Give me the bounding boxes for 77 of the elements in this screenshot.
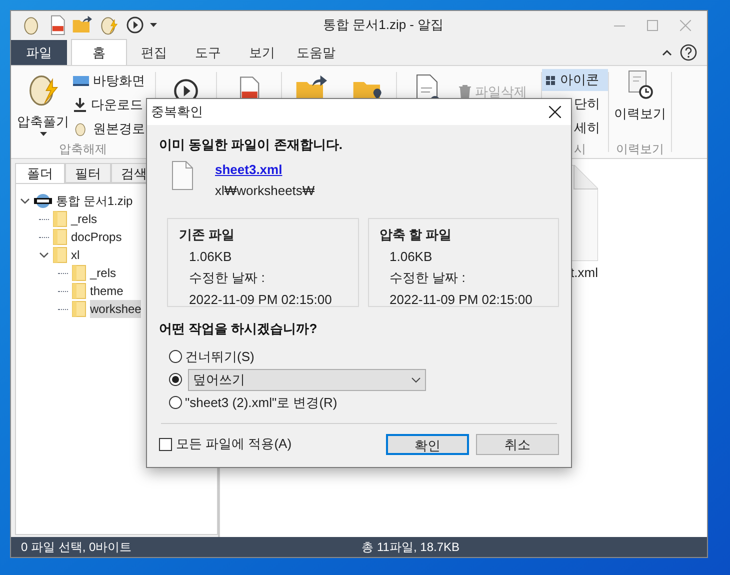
chevron-down-icon — [411, 376, 421, 382]
ribbon-tab[interactable]: 도구 — [181, 40, 235, 65]
ribbon-tab[interactable]: 보기 — [235, 40, 289, 65]
status-text: 총 11파일, 18.7KB — [362, 539, 460, 556]
file-size: 1.06KB — [390, 248, 434, 266]
group-label: 압축해제 — [58, 141, 108, 158]
checkbox[interactable] — [159, 438, 172, 450]
question: 어떤 작업을 하시겠습니까? — [159, 320, 318, 338]
download-icon — [73, 98, 87, 112]
file-icon — [172, 160, 193, 190]
chevron-down-icon[interactable] — [39, 250, 49, 260]
tree-item[interactable]: theme — [90, 282, 124, 300]
tree-item[interactable]: docProps — [71, 228, 122, 246]
tree-item[interactable]: _rels — [90, 264, 116, 282]
ribbon-tab[interactable]: 도움말 — [289, 40, 343, 65]
view-option[interactable]: 아이콘 — [542, 69, 608, 91]
chevron-down-icon[interactable] — [20, 196, 30, 206]
group-label: 이력보기 — [616, 141, 664, 158]
trash-icon — [459, 85, 471, 99]
folder-icon — [53, 247, 67, 263]
document-clock-icon — [626, 70, 654, 100]
grid-icon — [546, 76, 555, 84]
radio-button[interactable] — [169, 350, 182, 363]
tree-item[interactable]: xl — [71, 246, 80, 264]
radio-button[interactable] — [169, 396, 182, 409]
zip-file-icon[interactable] — [49, 14, 66, 36]
view-option[interactable]: 단히 — [572, 93, 608, 115]
close-icon[interactable] — [549, 106, 561, 118]
window-title: 통합 문서1.zip - 알집 — [323, 16, 444, 34]
modified-label: 수정한 날짜 : — [189, 269, 266, 287]
file-link[interactable]: sheet3.xml — [215, 160, 315, 178]
dialog-title: 중복확인 — [151, 103, 203, 122]
group-label: 시 — [574, 141, 587, 158]
collapse-ribbon-icon[interactable] — [662, 48, 672, 56]
zip-globe-icon — [34, 193, 52, 209]
ribbon-tab[interactable]: 편집 — [127, 40, 181, 65]
monitor-icon — [73, 75, 89, 87]
radio-option[interactable]: 건너뛰기(S) — [169, 346, 559, 366]
message: 이미 동일한 파일이 존재합니다. — [159, 136, 344, 154]
panel-heading: 압축 할 파일 — [380, 226, 453, 244]
pane-tab[interactable]: 필터 — [65, 163, 111, 183]
dialog-button[interactable]: 취소 — [476, 434, 559, 454]
file-path: xl₩worksheets₩ — [215, 182, 315, 200]
caret-icon[interactable] — [150, 22, 157, 28]
status-text: 0 파일 선택, 0바이트 — [21, 539, 132, 556]
ribbon-tab[interactable]: 홈 — [71, 39, 127, 65]
folder-icon — [53, 211, 67, 227]
tree-item[interactable]: 통합 문서1.zip — [56, 192, 133, 210]
modified-label: 수정한 날짜 : — [390, 269, 466, 287]
history-button[interactable]: 이력보기 — [614, 66, 666, 140]
folder-icon — [72, 283, 86, 299]
ribbon-button[interactable]: 다운로드 — [73, 94, 145, 116]
folder-icon — [72, 301, 86, 317]
help-icon[interactable] — [680, 44, 697, 61]
folder-icon — [72, 265, 86, 281]
view-option[interactable]: 세히 — [572, 117, 608, 139]
modified-date: 2022-11-09 PM 02:15:00 — [390, 290, 534, 308]
folder-icon — [53, 229, 67, 245]
egg-bolt-icon[interactable] — [98, 14, 120, 36]
file-size: 1.06KB — [189, 248, 233, 266]
extract-button[interactable]: 압축풀기 — [17, 70, 69, 140]
folder-arrow-icon[interactable] — [72, 15, 92, 35]
dialog-button[interactable]: 확인 — [386, 434, 469, 454]
radio-button[interactable] — [169, 373, 182, 386]
tree-item[interactable]: _rels — [71, 210, 98, 228]
pane-tab[interactable]: 폴더 — [15, 163, 65, 183]
caret-icon — [40, 132, 46, 136]
tree-item[interactable]: workshee — [90, 300, 142, 318]
ribbon-button[interactable]: 원본경로 — [73, 118, 145, 140]
ribbon-button[interactable]: 바탕화면 — [73, 70, 145, 92]
play-icon[interactable] — [126, 16, 144, 34]
apply-all-checkbox[interactable]: 모든 파일에 적용(A) — [159, 434, 292, 454]
modified-date: 2022-11-09 PM 02:15:00 — [189, 290, 333, 308]
radio-option[interactable]: "sheet3 (2).xml"로 변경(R) — [169, 392, 559, 412]
ribbon-tab[interactable]: 파일 — [11, 40, 67, 65]
dropdown-field[interactable]: 덮어쓰기 — [188, 368, 426, 390]
panel-heading: 기존 파일 — [179, 226, 236, 244]
